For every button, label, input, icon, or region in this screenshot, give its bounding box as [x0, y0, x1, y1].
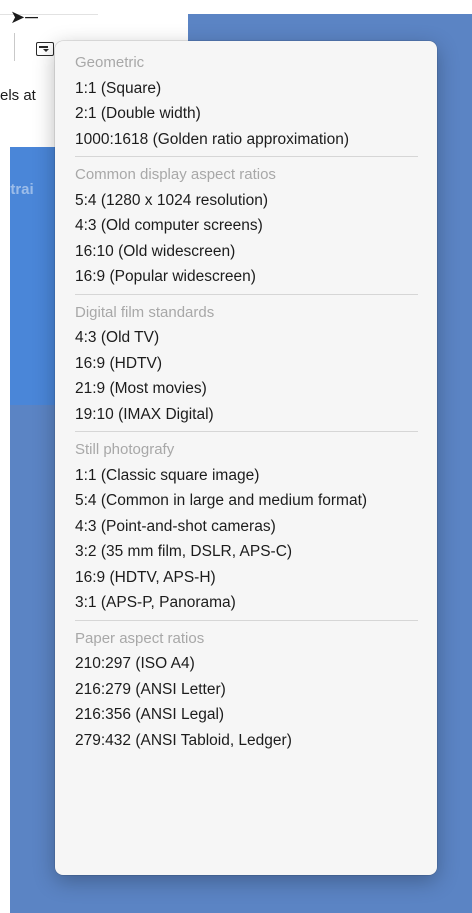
menu-item-4-3-old-tv[interactable]: 4:3 (Old TV) — [55, 325, 437, 351]
background-field-edge — [14, 33, 15, 61]
aspect-ratio-menu[interactable]: Geometric 1:1 (Square) 2:1 (Double width… — [55, 41, 437, 875]
menu-item-16-10-old-widescreen[interactable]: 16:10 (Old widescreen) — [55, 239, 437, 265]
menu-item-19-10-imax[interactable]: 19:10 (IMAX Digital) — [55, 402, 437, 428]
section-header-common-display: Common display aspect ratios — [75, 166, 276, 183]
section-header-paper: Paper aspect ratios — [75, 629, 205, 647]
menu-separator — [75, 293, 418, 295]
menu-item-ansi-tabloid[interactable]: 279:432 (ANSI Tabloid, Ledger) — [55, 728, 437, 754]
menu-separator — [75, 431, 418, 432]
menu-item-3-1-panorama[interactable]: 3:1 (APS-P, Panorama) — [55, 590, 437, 616]
dropdown-menu-icon[interactable] — [36, 42, 54, 56]
menu-separator — [75, 156, 418, 157]
menu-item-golden-ratio[interactable]: 1000:1618 (Golden ratio approximation) — [55, 127, 437, 153]
section-header-digital-film: Digital film standards — [75, 303, 215, 321]
menu-item-4-3-old-computer[interactable]: 4:3 (Old computer screens) — [55, 213, 437, 239]
background-strip — [0, 147, 10, 913]
menu-item-1-1-classic-square[interactable]: 1:1 (Classic square image) — [55, 463, 437, 489]
menu-item-5-4-1280x1024[interactable]: 5:4 (1280 x 1024 resolution) — [55, 188, 437, 214]
menu-item-16-9-aps-h[interactable]: 16:9 (HDTV, APS-H) — [55, 565, 437, 591]
menu-item-iso-a4[interactable]: 210:297 (ISO A4) — [55, 651, 437, 677]
menu-item-2-1-double-width[interactable]: 2:1 (Double width) — [55, 101, 437, 127]
pin-arrow-icon: ➤─ — [10, 7, 38, 27]
menu-item-16-9-hdtv[interactable]: 16:9 (HDTV) — [55, 351, 437, 377]
menu-item-5-4-large-medium-format[interactable]: 5:4 (Common in large and medium format) — [55, 488, 437, 514]
menu-item-ansi-legal[interactable]: 216:356 (ANSI Legal) — [55, 702, 437, 728]
menu-item-4-3-point-and-shot[interactable]: 4:3 (Point-and-shot cameras) — [55, 514, 437, 540]
screen: ➤─ els at strai Geometric 1:1 (Square) 2… — [0, 0, 472, 913]
section-header-geometric: Geometric — [75, 54, 145, 71]
menu-item-1-1-square[interactable]: 1:1 (Square) — [55, 76, 437, 102]
menu-item-21-9-movies[interactable]: 21:9 (Most movies) — [55, 376, 437, 402]
menu-item-16-9-popular-widescreen[interactable]: 16:9 (Popular widescreen) — [55, 264, 437, 290]
menu-item-3-2-35mm[interactable]: 3:2 (35 mm film, DSLR, APS-C) — [55, 539, 437, 565]
section-header-still-photography: Still photografy — [75, 441, 175, 458]
partial-label: els at — [0, 87, 36, 104]
menu-separator — [75, 619, 418, 621]
menu-item-ansi-letter[interactable]: 216:279 (ANSI Letter) — [55, 677, 437, 703]
partial-constrain-label: strai — [2, 181, 34, 198]
